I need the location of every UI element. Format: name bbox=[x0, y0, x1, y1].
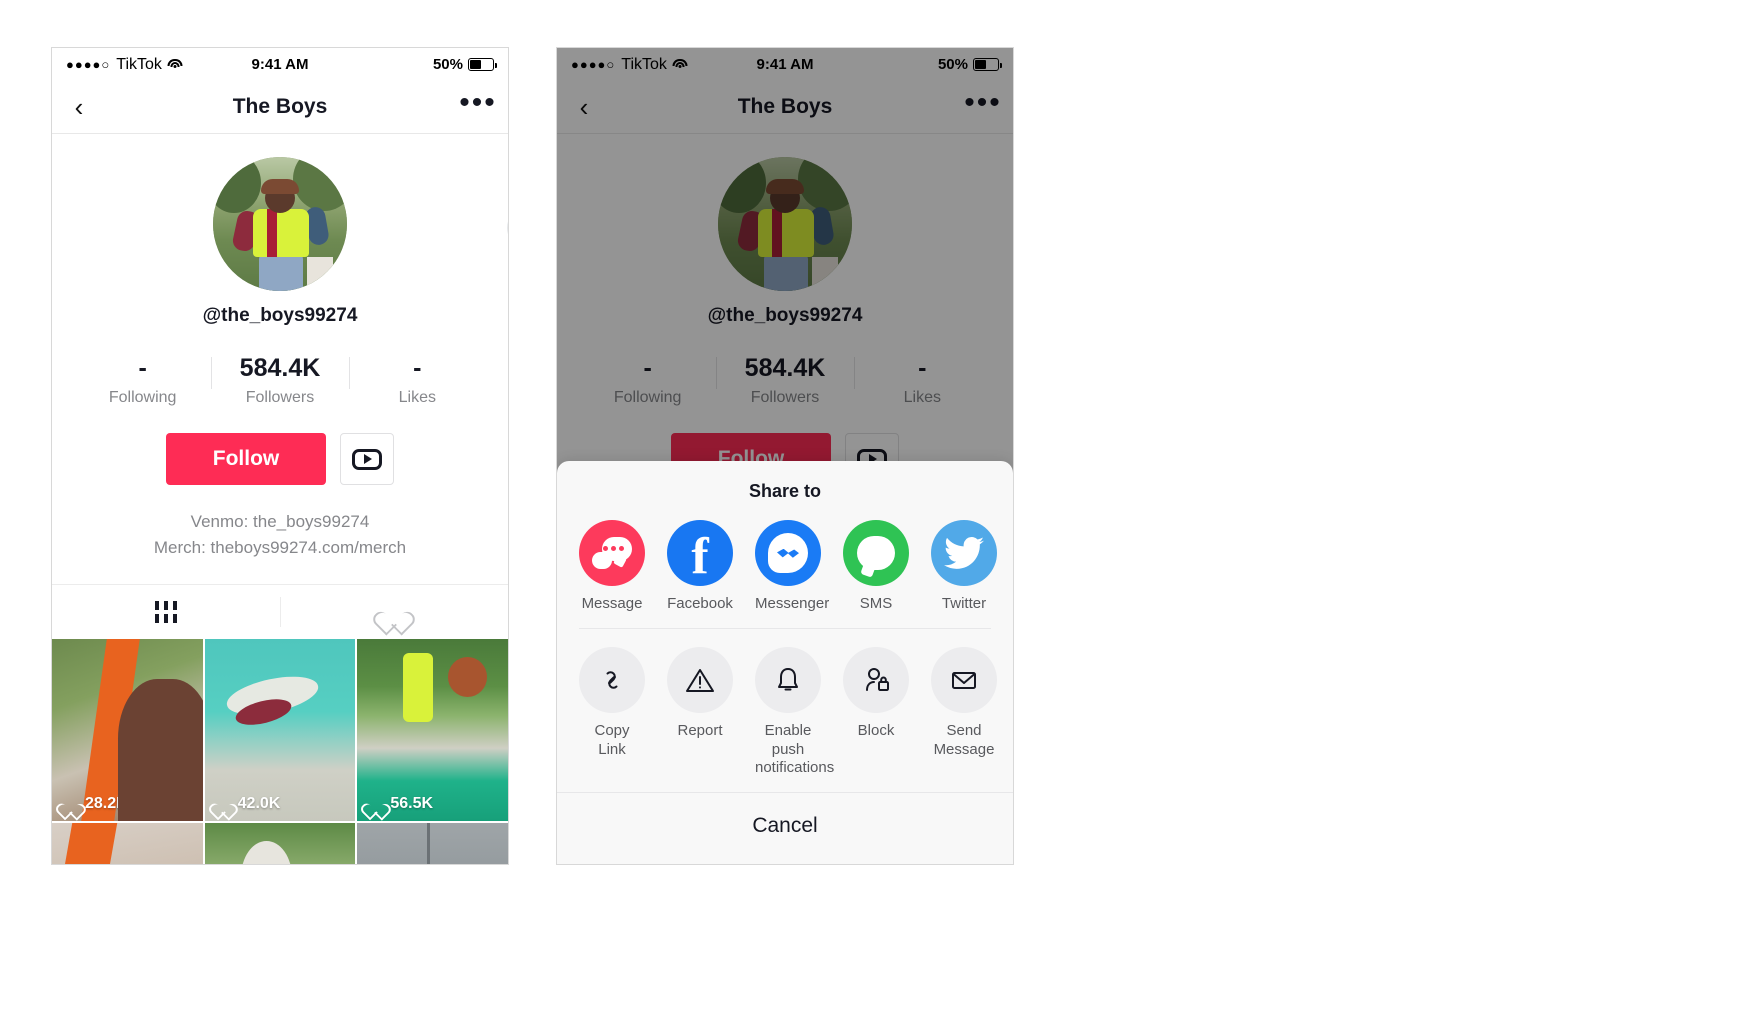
action-copy-link[interactable]: Copy Link bbox=[579, 646, 645, 778]
link-icon bbox=[579, 646, 645, 713]
share-target-twitter[interactable]: Twitter bbox=[931, 519, 997, 612]
battery-icon bbox=[468, 58, 497, 71]
video-thumbnail[interactable]: 42.0K bbox=[204, 638, 356, 821]
share-targets-row: Message f Facebook Messenger SMS Twitter bbox=[557, 516, 1013, 628]
sms-icon bbox=[843, 519, 909, 586]
action-label: Send Message bbox=[933, 721, 995, 758]
imessage-icon bbox=[579, 519, 645, 586]
tab-liked[interactable] bbox=[280, 585, 508, 639]
share-target-label: Messenger bbox=[755, 594, 830, 612]
heart-icon bbox=[381, 600, 407, 624]
profile-stats: - Following 584.4K Followers - Likes bbox=[52, 353, 508, 407]
status-bar: ●●●●○ TikTok 9:41 AM 50% bbox=[52, 48, 508, 81]
more-options-button[interactable]: ••• bbox=[448, 87, 508, 117]
video-like-count: 42.0K bbox=[237, 794, 281, 812]
heart-icon bbox=[62, 796, 79, 812]
share-sheet-title: Share to bbox=[748, 480, 822, 501]
warning-triangle-icon bbox=[667, 646, 733, 713]
video-grid: 28.2K 42.0K 56.5K bbox=[52, 638, 508, 864]
action-label: Report bbox=[677, 721, 723, 739]
share-target-label: Twitter bbox=[941, 594, 987, 612]
video-thumbnail[interactable] bbox=[52, 822, 203, 864]
action-label: Enable push notifications bbox=[755, 721, 835, 777]
action-enable-push-notifications[interactable]: Enable push notifications bbox=[755, 646, 835, 778]
back-button[interactable]: ‹ bbox=[52, 92, 106, 123]
grid-icon bbox=[155, 600, 177, 623]
block-user-icon bbox=[843, 646, 909, 713]
phone-screen-share-sheet: ●●●●○ TikTok 9:41 AM 50% ‹ The Boys ••• … bbox=[556, 47, 1014, 865]
heart-icon bbox=[215, 796, 232, 812]
video-like-count: 28.2K bbox=[85, 794, 128, 812]
bio-line-venmo: Venmo: the_boys99274 bbox=[190, 512, 370, 531]
share-target-sms[interactable]: SMS bbox=[843, 519, 909, 612]
video-like-count-wrap: 42.0K bbox=[215, 795, 281, 813]
stat-likes[interactable]: - Likes bbox=[348, 353, 486, 407]
profile-handle: @the_boys99274 bbox=[202, 305, 358, 326]
stat-followers[interactable]: 584.4K Followers bbox=[211, 353, 348, 407]
twitter-icon bbox=[931, 519, 997, 586]
stat-following[interactable]: - Following bbox=[74, 353, 211, 407]
phone-screen-profile: ●●●●○ TikTok 9:41 AM 50% ‹ The Boys ••• … bbox=[51, 47, 509, 865]
share-target-message[interactable]: Message bbox=[579, 519, 645, 612]
stat-following-label: Following bbox=[108, 389, 177, 406]
profile-section: @the_boys99274 - Following 584.4K Follow… bbox=[52, 134, 508, 639]
share-target-label: Message bbox=[581, 594, 643, 612]
nav-bar: ‹ The Boys ••• bbox=[52, 81, 508, 134]
screenshot-stage: ●●●●○ TikTok 9:41 AM 50% ‹ The Boys ••• … bbox=[0, 0, 1754, 1022]
stat-following-value: - bbox=[138, 354, 147, 382]
stat-followers-value: 584.4K bbox=[239, 354, 321, 382]
envelope-icon bbox=[931, 646, 997, 713]
bio-line-merch: Merch: theboys99274.com/merch bbox=[153, 538, 407, 558]
follow-button[interactable]: Follow bbox=[166, 433, 326, 485]
bell-icon bbox=[755, 646, 821, 713]
stat-followers-label: Followers bbox=[245, 389, 315, 406]
tab-videos[interactable] bbox=[52, 585, 280, 639]
page-title: The Boys bbox=[232, 95, 328, 118]
video-thumbnail[interactable]: 28.2K bbox=[52, 638, 203, 821]
stat-likes-label: Likes bbox=[398, 389, 436, 406]
video-thumbnail[interactable] bbox=[204, 822, 356, 864]
action-label: Copy Link bbox=[594, 721, 630, 758]
video-like-count-wrap: 56.5K bbox=[367, 795, 433, 813]
cancel-button[interactable]: Cancel bbox=[557, 793, 1013, 864]
video-thumbnail[interactable] bbox=[357, 822, 508, 864]
video-like-count-wrap: 28.2K bbox=[62, 795, 128, 813]
share-target-label: Facebook bbox=[667, 594, 733, 612]
share-actions-row: Copy Link Report Enable push notificatio… bbox=[557, 629, 1013, 792]
profile-actions: Follow bbox=[52, 433, 508, 485]
youtube-link-button[interactable] bbox=[340, 433, 394, 485]
action-send-message[interactable]: Send Message bbox=[931, 646, 997, 778]
share-target-messenger[interactable]: Messenger bbox=[755, 519, 830, 612]
heart-icon bbox=[367, 796, 384, 812]
youtube-play-icon bbox=[352, 448, 382, 470]
profile-bio: Venmo: the_boys99274 Merch: theboys99274… bbox=[52, 509, 508, 562]
status-bar-time: 9:41 AM bbox=[251, 56, 309, 73]
facebook-icon: f bbox=[667, 519, 733, 586]
action-label: Block bbox=[857, 721, 895, 739]
share-target-label: SMS bbox=[859, 594, 893, 612]
video-thumbnail[interactable]: 56.5K bbox=[357, 638, 508, 821]
share-target-facebook[interactable]: f Facebook bbox=[667, 519, 733, 612]
avatar[interactable] bbox=[213, 157, 347, 291]
share-sheet: Share to Message f Facebook Messenger SM… bbox=[557, 460, 1013, 864]
action-report[interactable]: Report bbox=[667, 646, 733, 778]
action-block[interactable]: Block bbox=[843, 646, 909, 778]
cancel-section: Cancel bbox=[557, 792, 1013, 864]
stat-likes-value: - bbox=[413, 354, 422, 382]
messenger-icon bbox=[755, 519, 821, 586]
profile-tabs bbox=[52, 583, 508, 639]
video-like-count: 56.5K bbox=[390, 794, 434, 812]
